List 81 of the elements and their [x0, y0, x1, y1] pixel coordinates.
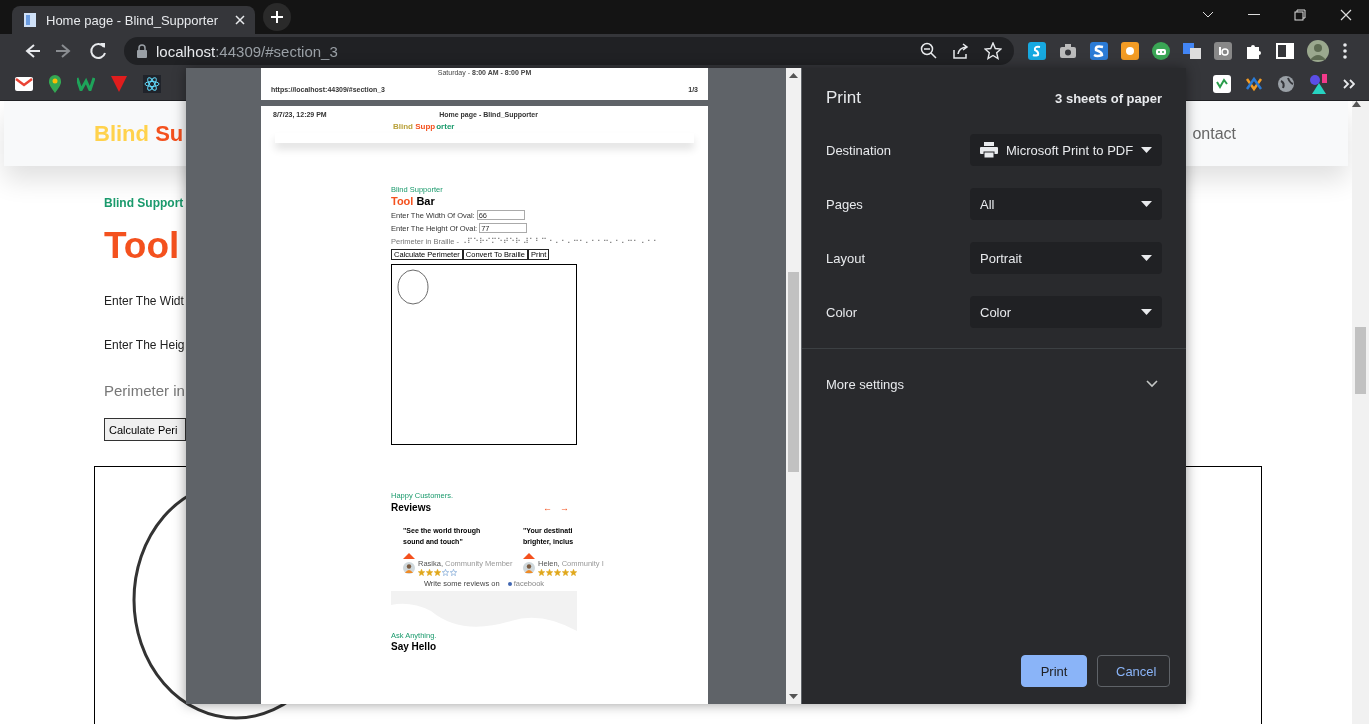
section-heading: Bar: [416, 195, 435, 207]
map-pin-icon[interactable]: [48, 75, 62, 93]
scroll-down-icon[interactable]: [789, 694, 798, 699]
minimize-icon[interactable]: [1248, 14, 1260, 16]
setting-dropdown[interactable]: Color: [970, 296, 1162, 328]
avatar-icon[interactable]: [1307, 40, 1329, 62]
setting-label: Destination: [826, 142, 892, 158]
dialog-title: Print: [826, 88, 861, 108]
bookmark-icon[interactable]: [1245, 75, 1263, 93]
extension-icon[interactable]: [1121, 42, 1139, 60]
setting-dropdown[interactable]: Microsoft Print to PDF: [970, 134, 1162, 166]
extension-icon[interactable]: [1214, 42, 1232, 60]
share-icon[interactable]: [952, 42, 970, 60]
setting-label: Pages: [826, 196, 863, 212]
chevrons-right-icon[interactable]: [1343, 79, 1355, 89]
section-eyebrow: Blind Support: [104, 196, 184, 212]
nav-link[interactable]: ontact: [1192, 124, 1236, 143]
field-label: Enter The Widt: [104, 294, 184, 310]
browser-tab[interactable]: Home page - Blind_Supporter: [12, 6, 255, 34]
caret-icon: [1141, 147, 1153, 153]
close-icon[interactable]: [235, 15, 245, 25]
restore-icon[interactable]: [1294, 9, 1306, 21]
lock-icon: [136, 44, 148, 58]
perimeter-label: Perimeter in: [104, 382, 185, 401]
atom-icon[interactable]: [143, 75, 161, 93]
more-settings-toggle[interactable]: More settings: [802, 349, 1186, 419]
close-icon[interactable]: [1340, 9, 1352, 21]
triangle-icon: [523, 553, 535, 560]
zoom-out-icon[interactable]: [920, 42, 938, 60]
oval-shape: [397, 269, 429, 305]
logo-text: Supp: [415, 122, 436, 131]
plus-icon: [271, 11, 283, 23]
sheet-count: 3 sheets of paper: [1055, 90, 1162, 106]
robot-icon[interactable]: [1152, 42, 1170, 60]
previous-arrow[interactable]: ←: [543, 502, 552, 513]
translate-icon[interactable]: [1183, 42, 1201, 60]
scroll-up-icon[interactable]: [789, 73, 798, 78]
setting-label: Layout: [826, 250, 866, 266]
star-icon[interactable]: [984, 42, 1002, 60]
section-heading: Say Hello: [391, 641, 438, 653]
logo-text: Blind: [393, 122, 414, 131]
puzzle-icon[interactable]: [1245, 42, 1263, 60]
camera-icon[interactable]: [1059, 42, 1077, 60]
address-bar[interactable]: localhost:44309/#section_3: [124, 37, 1014, 65]
sidebar-icon[interactable]: [1276, 42, 1294, 60]
bookmark-icon[interactable]: [1213, 75, 1231, 93]
setting-label: Color: [826, 304, 858, 320]
logo-text: Blind: [94, 120, 150, 147]
scrollbar-thumb[interactable]: [788, 272, 799, 472]
caret-icon: [1141, 201, 1152, 207]
print-button[interactable]: Print: [1021, 655, 1087, 687]
setting-dropdown[interactable]: Portrait: [970, 242, 1162, 274]
next-arrow[interactable]: →: [560, 502, 569, 513]
cancel-button[interactable]: Cancel: [1097, 655, 1170, 687]
chevron-down-icon[interactable]: [1202, 11, 1214, 19]
printer-icon: [980, 142, 998, 158]
caret-icon: [1141, 255, 1152, 261]
field-label: Enter The Heig: [104, 338, 185, 354]
globe-icon[interactable]: [1277, 75, 1295, 93]
section-heading: Tool: [391, 195, 414, 207]
logo-text: orter: [436, 122, 455, 131]
mail-icon[interactable]: [15, 77, 33, 91]
new-tab-button[interactable]: [263, 3, 291, 31]
site-icon: [507, 581, 512, 586]
bookmark-icon[interactable]: [77, 77, 95, 91]
setting-dropdown[interactable]: All: [970, 188, 1162, 220]
document-icon: [22, 12, 38, 28]
avatar-icon: [403, 561, 415, 574]
avatar-icon: [523, 561, 535, 574]
calculate-button[interactable]: Calculate Peri: [104, 418, 186, 441]
section-heading: Reviews: [391, 502, 432, 514]
shapes-icon[interactable]: [1309, 74, 1329, 94]
bookmark-icon[interactable]: [110, 75, 128, 93]
scrollbar-thumb[interactable]: [1355, 327, 1366, 394]
triangle-icon: [403, 553, 415, 560]
caret-icon: [1141, 309, 1152, 315]
extension-icon[interactable]: [1090, 42, 1108, 60]
logo-text: Su: [155, 120, 184, 147]
extension-icon[interactable]: [1028, 42, 1046, 60]
section-heading: Tool: [104, 224, 180, 268]
more-icon[interactable]: [1342, 42, 1348, 60]
